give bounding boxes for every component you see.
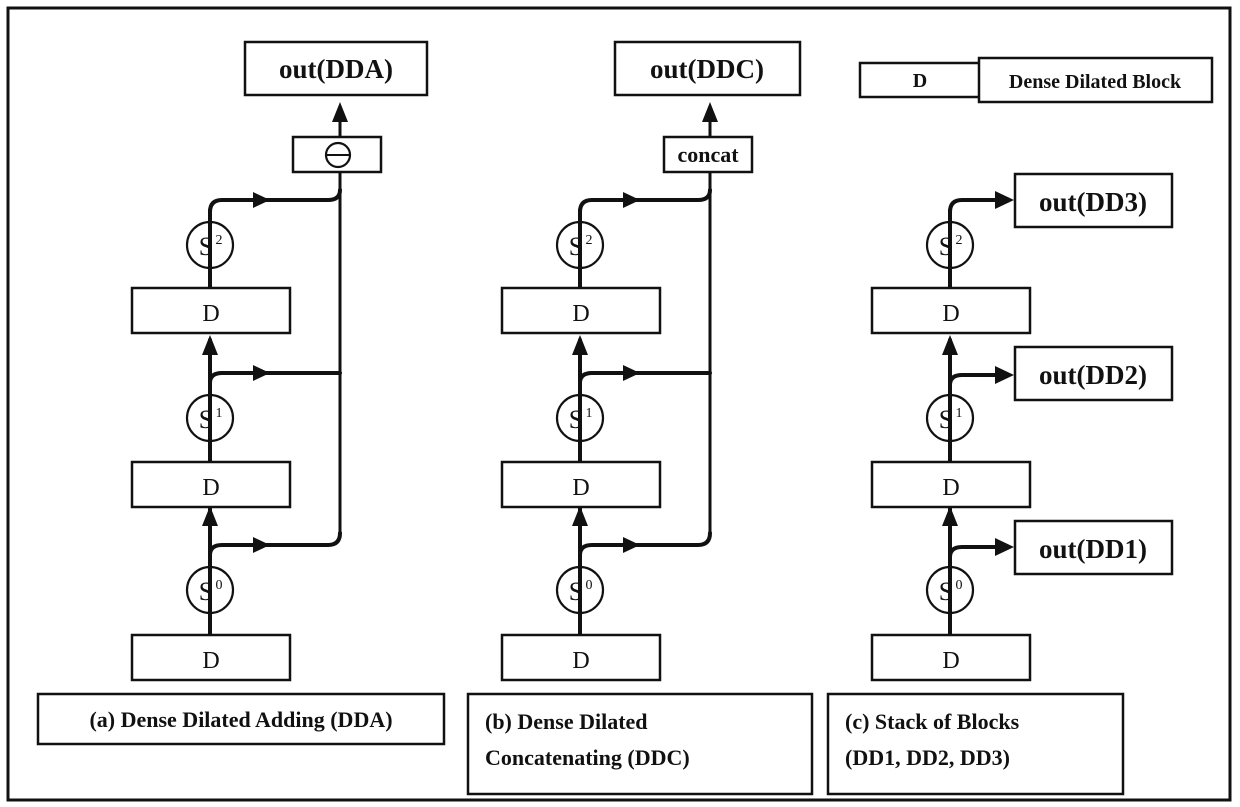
panel-a-scale-2-sup: 2 bbox=[216, 233, 223, 248]
panel-a-caption-line-0: (a) Dense Dilated Adding (DDA) bbox=[89, 707, 392, 732]
panel-b-block-2-label: D bbox=[572, 301, 589, 327]
panel-a-block-2-label: D bbox=[202, 301, 219, 327]
panel-c-scale-1-sup: 1 bbox=[956, 406, 963, 421]
panel-b-caption-line-1: Concatenating (DDC) bbox=[485, 745, 690, 770]
panel-c-scale-2-base: S bbox=[939, 232, 953, 261]
panel-c-block-1-label: D bbox=[942, 475, 959, 501]
panel-b-scale-0-base: S bbox=[569, 577, 583, 606]
panel-c-block-2-label: D bbox=[942, 301, 959, 327]
panel-b-block-0-label: D bbox=[572, 648, 589, 674]
panel-c-output-label-2: out(DD3) bbox=[1039, 187, 1147, 217]
panel-a-scale-1-base: S bbox=[199, 405, 213, 434]
panel-c-scale-0-sup: 0 bbox=[956, 578, 963, 593]
panel-b-caption-line-0: (b) Dense Dilated bbox=[485, 709, 648, 734]
legend: D Dense Dilated Block bbox=[858, 56, 1214, 104]
panel-b-scale-2-sup: 2 bbox=[586, 233, 593, 248]
panel-a-block-0-label: D bbox=[202, 648, 219, 674]
panel-a-block-1-label: D bbox=[202, 475, 219, 501]
panel-b-scale-0-sup: 0 bbox=[586, 578, 593, 593]
panel-c-caption-line-1: (DD1, DD2, DD3) bbox=[845, 745, 1010, 770]
panel-a-output-label: out(DDA) bbox=[279, 54, 393, 84]
panel-c-scale-1-base: S bbox=[939, 405, 953, 434]
panel-c-output-label-1: out(DD2) bbox=[1039, 360, 1147, 390]
panel-b-block-1-label: D bbox=[572, 475, 589, 501]
panel-a-scale-0-sup: 0 bbox=[216, 578, 223, 593]
legend-block-symbol: D bbox=[913, 70, 927, 92]
panel-a-scale-0-base: S bbox=[199, 577, 213, 606]
panel-c-block-0-label: D bbox=[942, 648, 959, 674]
panel-b-scale-2-base: S bbox=[569, 232, 583, 261]
panel-c-scale-0-base: S bbox=[939, 577, 953, 606]
panel-b-merge-label: concat bbox=[677, 142, 739, 167]
panel-a-scale-1-sup: 1 bbox=[216, 406, 223, 421]
legend-block-description: Dense Dilated Block bbox=[1009, 71, 1182, 93]
panel-a-scale-2-base: S bbox=[199, 232, 213, 261]
panel-c-output-label-0: out(DD1) bbox=[1039, 534, 1147, 564]
panel-b-scale-1-sup: 1 bbox=[586, 406, 593, 421]
panel-b-scale-1-base: S bbox=[569, 405, 583, 434]
panel-b-output-label: out(DDC) bbox=[650, 54, 764, 84]
panel-c-scale-2-sup: 2 bbox=[956, 233, 963, 248]
dense-dilated-diagram: D Dense Dilated Block D D D S 0 S 1 S 2 … bbox=[6, 6, 1232, 802]
panel-c-caption-line-0: (c) Stack of Blocks bbox=[845, 709, 1020, 734]
